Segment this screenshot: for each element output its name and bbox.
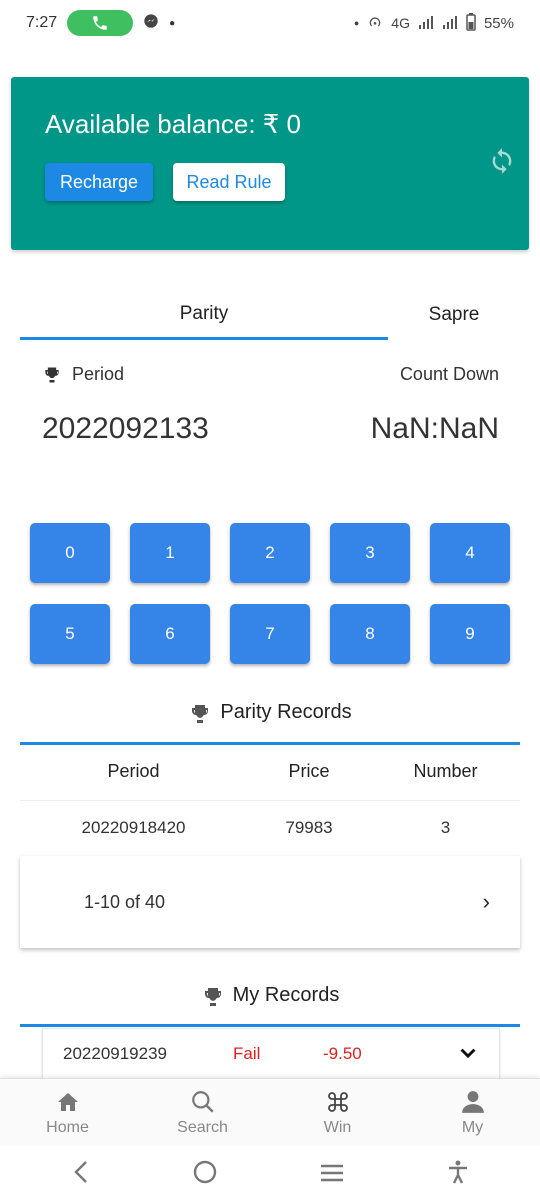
- trophy-icon: [42, 365, 62, 385]
- network-type: 4G: [391, 15, 410, 31]
- cell-period: 20220918420: [81, 817, 186, 837]
- balance-card: Available balance: ₹ 0 Recharge Read Rul…: [11, 77, 529, 250]
- accessibility-icon[interactable]: [446, 1159, 470, 1192]
- trophy-icon: [201, 985, 221, 1006]
- my-record-period: 20220919239: [63, 1044, 168, 1063]
- number-button-4[interactable]: 4: [430, 523, 510, 583]
- countdown-label: Count Down: [399, 364, 499, 384]
- period-label: Period: [72, 364, 125, 384]
- nav-search-label: Search: [177, 1118, 228, 1136]
- records-table-header: Period Price Number: [20, 748, 520, 794]
- parity-records-title: Parity Records: [220, 700, 352, 723]
- column-header-period: Period: [107, 760, 160, 781]
- chevron-down-icon[interactable]: [457, 1043, 479, 1065]
- my-record-amount: -9.50: [323, 1044, 362, 1063]
- table-row: 20220918420 79983 3: [20, 800, 520, 854]
- parity-records-header: Parity Records: [0, 697, 540, 727]
- nav-win-label: Win: [323, 1118, 352, 1136]
- number-button-2[interactable]: 2: [230, 523, 310, 583]
- status-time: 7:27: [26, 14, 58, 31]
- trophy-icon: [188, 702, 209, 723]
- game-tabs: Parity Sapre: [20, 290, 540, 352]
- my-record-row[interactable]: 20220919239 Fail -9.50: [42, 1028, 500, 1080]
- person-icon: [460, 1089, 486, 1115]
- number-button-0[interactable]: 0: [30, 523, 110, 583]
- notification-dot-icon: ●: [353, 18, 360, 28]
- section-divider: [20, 1024, 520, 1027]
- command-icon: [325, 1089, 351, 1115]
- available-balance: Available balance: ₹ 0: [45, 109, 302, 139]
- period-value: 2022092133: [42, 412, 209, 445]
- cell-price: 79983: [285, 817, 333, 837]
- read-rule-button[interactable]: Read Rule: [173, 163, 285, 201]
- nav-search[interactable]: Search: [135, 1079, 270, 1146]
- status-bar: 7:27 ● ● 4G 55%: [0, 0, 540, 46]
- home-icon: [55, 1089, 81, 1115]
- next-page-button[interactable]: ›: [483, 889, 490, 915]
- ongoing-call-icon[interactable]: [67, 10, 134, 36]
- pagination: 1-10 of 40 ›: [20, 856, 520, 948]
- tab-parity[interactable]: Parity: [20, 290, 388, 340]
- nav-home-label: Home: [46, 1118, 89, 1136]
- signal-icon: [418, 14, 434, 33]
- tab-sapre[interactable]: Sapre: [388, 290, 520, 340]
- hotspot-icon: [367, 14, 383, 33]
- number-button-3[interactable]: 3: [330, 523, 410, 583]
- messenger-icon: [143, 13, 159, 34]
- nav-win[interactable]: Win: [270, 1079, 405, 1146]
- section-divider: [20, 742, 520, 745]
- number-button-9[interactable]: 9: [430, 604, 510, 664]
- countdown-value: NaN:NaN: [370, 412, 499, 445]
- cell-number: 3: [440, 817, 451, 837]
- my-records-title: My Records: [232, 983, 340, 1006]
- signal-icon: [442, 14, 458, 33]
- battery-level: 55%: [483, 14, 514, 32]
- back-icon[interactable]: [71, 1160, 91, 1191]
- period-label-group: Period: [42, 364, 124, 385]
- my-records-header: My Records: [0, 980, 540, 1010]
- system-navigation: [0, 1146, 540, 1204]
- recharge-button[interactable]: Recharge: [45, 163, 153, 201]
- number-button-8[interactable]: 8: [330, 604, 410, 664]
- number-button-7[interactable]: 7: [230, 604, 310, 664]
- nav-my-label: My: [461, 1118, 484, 1136]
- pagination-range: 1-10 of 40: [84, 891, 166, 912]
- search-icon: [190, 1089, 216, 1115]
- number-selection-grid: 0 1 2 3 4 5 6 7 8 9: [30, 523, 512, 664]
- number-button-5[interactable]: 5: [30, 604, 110, 664]
- nav-my[interactable]: My: [405, 1079, 540, 1146]
- number-button-1[interactable]: 1: [130, 523, 210, 583]
- my-record-status: Fail: [233, 1044, 261, 1063]
- battery-icon: [466, 12, 476, 34]
- home-circle-icon[interactable]: [192, 1159, 218, 1192]
- refresh-icon[interactable]: [487, 147, 517, 177]
- nav-home[interactable]: Home: [0, 1079, 135, 1146]
- column-header-price: Price: [288, 760, 330, 781]
- column-header-number: Number: [413, 760, 478, 781]
- recents-icon[interactable]: [319, 1160, 345, 1191]
- number-button-6[interactable]: 6: [130, 604, 210, 664]
- notification-dot-icon: ●: [169, 17, 176, 29]
- bottom-navigation: Home Search Win My: [0, 1078, 540, 1146]
